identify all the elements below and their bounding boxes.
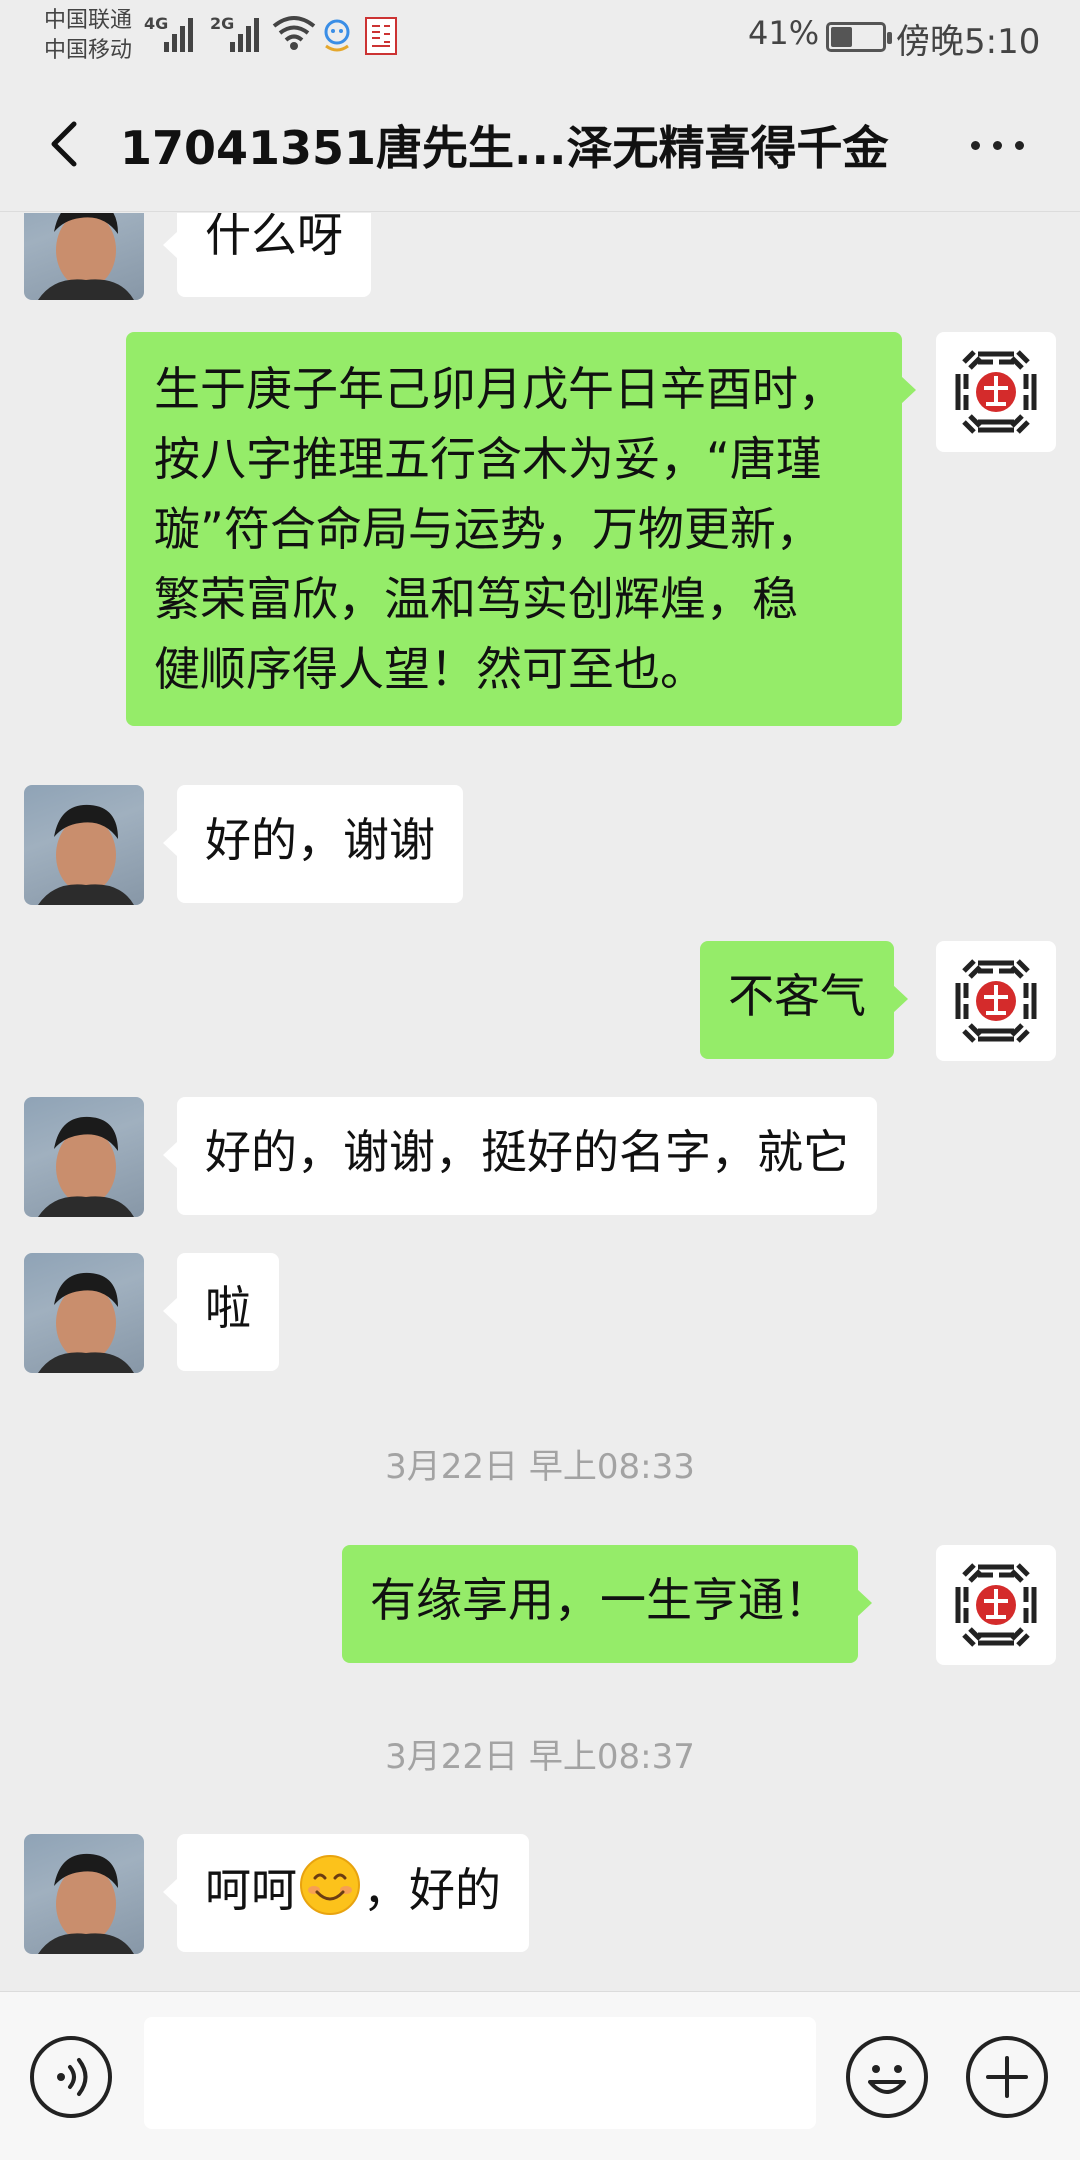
chat-timestamp: 3月22日 早上08:33	[385, 1447, 695, 1487]
message-text: 什么呀	[205, 213, 343, 262]
status-bar: 中国联通 中国移动 4G 2G 41% 傍晚5:10	[0, 0, 1080, 76]
message-bubble-incoming[interactable]: 呵呵 ，好的	[163, 1834, 529, 1952]
message-bubble-incoming[interactable]: 什么呀	[163, 213, 371, 297]
battery-percent: 41%	[748, 14, 820, 52]
chat-header: 17041351唐先生...泽无精喜得千金	[0, 76, 1080, 212]
master-avatar[interactable]	[936, 941, 1056, 1061]
bagua-logo-icon	[955, 350, 1037, 434]
message-line: 璇”符合命局与运势，万物更新，	[154, 502, 822, 556]
message-text-after-emoji: ，好的	[363, 1863, 501, 1917]
notification-bot-icon	[324, 19, 350, 52]
carrier-labels: 中国联通 中国移动	[44, 6, 132, 66]
customer-avatar[interactable]	[24, 785, 144, 905]
message-text: 有缘享用，一生亨通！	[370, 1573, 830, 1627]
customer-avatar[interactable]	[24, 1253, 144, 1373]
message-line: 按八字推理五行含木为妥，“唐瑾	[154, 432, 822, 486]
message-line: 健顺序得人望！然可至也。	[154, 642, 706, 696]
customer-avatar[interactable]	[24, 213, 144, 300]
message-text: 不客气	[728, 969, 866, 1023]
master-avatar[interactable]	[936, 1545, 1056, 1665]
chat-title: 17041351唐先生...泽无精喜得千金	[120, 121, 889, 175]
message-text: 好的，谢谢	[205, 813, 435, 867]
carrier-1-label: 中国联通	[44, 8, 133, 33]
message-bubble-outgoing[interactable]: 生于庚子年己卯月戊午日辛酉时， 按八字推理五行含木为妥，“唐瑾 璇”符合命局与运…	[126, 332, 916, 726]
message-bubble-outgoing[interactable]: 不客气	[700, 941, 908, 1059]
emoji-icon[interactable]	[846, 2036, 928, 2118]
plus-icon[interactable]	[966, 2036, 1048, 2118]
wifi-icon	[272, 16, 316, 50]
message-bubble-incoming[interactable]: 好的，谢谢	[163, 785, 463, 903]
message-bubble-incoming[interactable]: 啦	[163, 1253, 279, 1371]
message-text: 好的，谢谢，挺好的名字，就它	[205, 1125, 849, 1179]
carrier-2-label: 中国移动	[44, 38, 133, 63]
voice-icon[interactable]	[30, 2036, 112, 2118]
seal-app-icon	[365, 17, 397, 55]
smile-emoji-icon	[300, 1855, 360, 1915]
message-text: 啦	[205, 1281, 251, 1335]
message-text-before-emoji: 呵呵	[205, 1863, 297, 1917]
customer-avatar[interactable]	[24, 1097, 144, 1217]
signal-icon	[230, 18, 259, 52]
input-bar	[0, 1991, 1080, 2160]
bagua-logo-icon	[955, 959, 1037, 1043]
chat-timestamp: 3月22日 早上08:37	[385, 1737, 695, 1777]
battery-fill	[831, 27, 852, 47]
bagua-logo-icon	[955, 1563, 1037, 1647]
chevron-left-icon[interactable]	[36, 114, 96, 174]
message-line: 生于庚子年己卯月戊午日辛酉时，	[154, 362, 844, 416]
customer-avatar[interactable]	[24, 1834, 144, 1954]
message-line: 繁荣富欣，温和笃实创辉煌，稳	[154, 572, 798, 626]
message-input[interactable]	[144, 2017, 816, 2129]
message-list[interactable]: 什么呀 生于庚子年己卯月戊午日辛酉时， 按八字推理五行含木为妥，“唐瑾 璇”符合…	[0, 213, 1080, 1991]
message-bubble-outgoing[interactable]: 有缘享用，一生亨通！	[342, 1545, 872, 1663]
message-bubble-incoming[interactable]: 好的，谢谢，挺好的名字，就它	[163, 1097, 877, 1215]
battery-icon	[826, 22, 892, 52]
signal-icon	[164, 18, 193, 52]
more-dots-icon[interactable]	[962, 120, 1032, 170]
clock: 傍晚5:10	[896, 22, 1041, 62]
master-avatar[interactable]	[936, 332, 1056, 452]
